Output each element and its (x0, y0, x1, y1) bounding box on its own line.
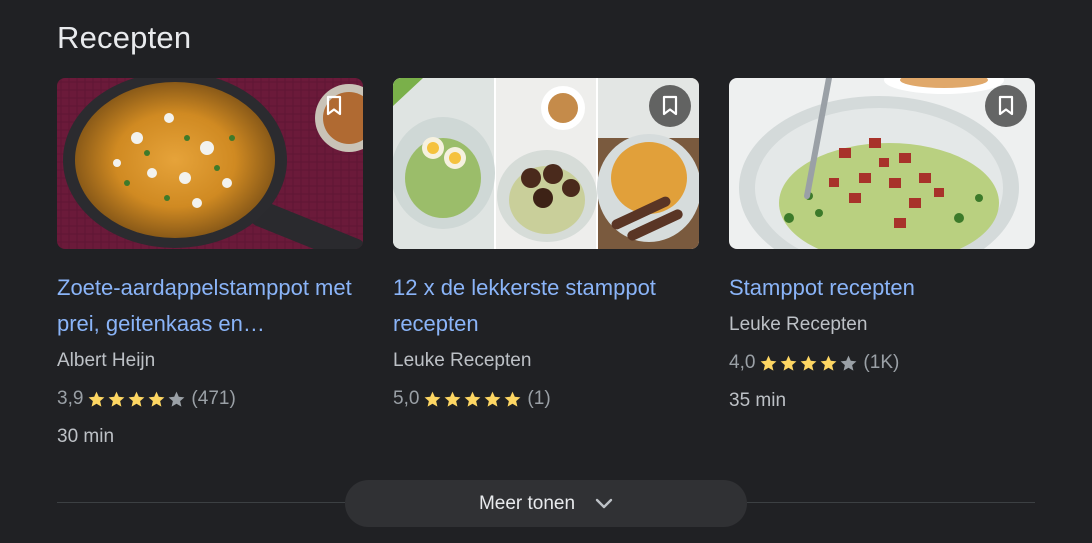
recipe-title[interactable]: Stamppot recepten (729, 270, 1035, 306)
rating-value: 3,9 (57, 388, 84, 409)
recipe-source: Albert Heijn (57, 350, 156, 371)
show-more-button[interactable]: Meer tonen (345, 480, 747, 527)
rating-value: 4,0 (729, 352, 756, 373)
star-filled-icon (465, 391, 481, 407)
star-filled-icon (781, 355, 797, 371)
star-filled-icon (89, 391, 105, 407)
star-empty-icon (841, 355, 857, 371)
section-title: Recepten (57, 20, 192, 55)
recipe-thumbnail[interactable] (729, 78, 1035, 249)
review-count: (1K) (863, 352, 900, 373)
star-rating (87, 390, 187, 409)
bookmark-button[interactable] (313, 85, 355, 127)
recipe-title[interactable]: 12 x de lekkerste stamppot recepten (393, 270, 699, 342)
star-filled-icon (109, 391, 125, 407)
bookmark-icon (998, 95, 1014, 116)
recipe-source: Leuke Recepten (729, 314, 868, 335)
star-filled-icon (821, 355, 837, 371)
star-filled-icon (761, 355, 777, 371)
bookmark-icon (662, 95, 678, 116)
star-rating (759, 354, 859, 373)
cook-time: 35 min (729, 390, 787, 411)
rating-row: 3,9 (471) (57, 380, 363, 418)
bookmark-icon (326, 95, 342, 116)
recipe-thumbnail[interactable] (393, 78, 699, 249)
cook-time: 30 min (57, 426, 115, 447)
review-count: (471) (191, 388, 236, 409)
divider (747, 502, 1035, 503)
star-filled-icon (505, 391, 521, 407)
bookmark-button[interactable] (649, 85, 691, 127)
star-filled-icon (425, 391, 441, 407)
rating-row: 5,0 (1) (393, 380, 699, 418)
bookmark-button[interactable] (985, 85, 1027, 127)
recipe-thumbnail[interactable] (57, 78, 363, 249)
recipe-card-2[interactable]: 12 x de lekkerste stamppot recepten Leuk… (393, 78, 699, 418)
star-empty-icon (169, 391, 185, 407)
chevron-down-icon (595, 498, 613, 508)
recipe-carousel: Zoete-aardappelstamppot met prei, geiten… (57, 78, 1037, 458)
recipe-title[interactable]: Zoete-aardappelstamppot met prei, geiten… (57, 270, 363, 342)
show-more-label: Meer tonen (478, 492, 576, 514)
star-filled-icon (149, 391, 165, 407)
star-filled-icon (485, 391, 501, 407)
star-filled-icon (129, 391, 145, 407)
divider (57, 502, 345, 503)
rating-value: 5,0 (393, 388, 420, 409)
recipe-card-1[interactable]: Zoete-aardappelstamppot met prei, geiten… (57, 78, 363, 456)
star-filled-icon (801, 355, 817, 371)
star-filled-icon (445, 391, 461, 407)
star-rating (423, 390, 523, 409)
recipe-card-3[interactable]: Stamppot recepten Leuke Recepten 4,0 (1K… (729, 78, 1035, 420)
recipe-source: Leuke Recepten (393, 350, 532, 371)
rating-row: 4,0 (1K) (729, 344, 1035, 382)
review-count: (1) (527, 388, 551, 409)
